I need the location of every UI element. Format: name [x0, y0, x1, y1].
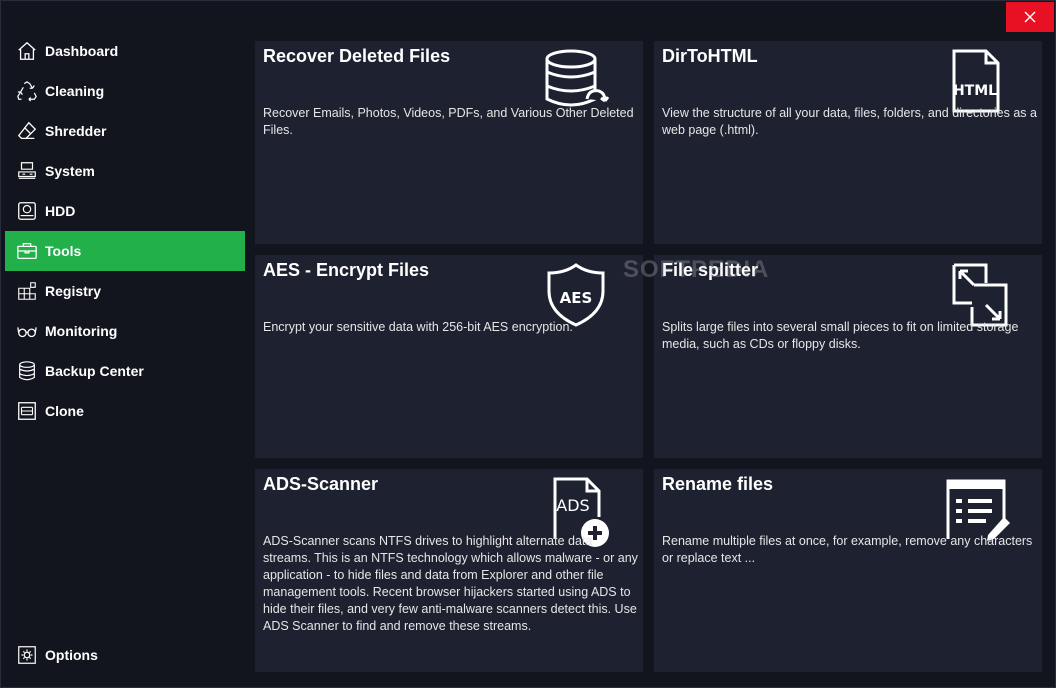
- hdd-icon: [15, 199, 39, 223]
- tool-description: Rename multiple files at once, for examp…: [662, 534, 1033, 565]
- rename-list-icon: [942, 477, 1010, 541]
- tool-title: AES - Encrypt Files: [263, 260, 430, 280]
- sidebar-item-cleaning[interactable]: Cleaning: [5, 71, 245, 111]
- clone-icon: [15, 399, 39, 423]
- recycle-icon: [15, 79, 39, 103]
- sidebar-item-label: HDD: [45, 203, 76, 219]
- tool-card-aes-encrypt-files[interactable]: AES - Encrypt Files AES Encrypt your sen…: [255, 255, 643, 458]
- home-icon: [15, 39, 39, 63]
- tool-title: DirToHTML: [662, 46, 758, 66]
- sidebar-item-tools[interactable]: Tools: [5, 231, 245, 271]
- sidebar: Dashboard Cleaning Shredder System HDD T…: [5, 31, 245, 685]
- sidebar-item-shredder[interactable]: Shredder: [5, 111, 245, 151]
- tool-card-recover-deleted-files[interactable]: Recover Deleted Files Recover Emails, Ph…: [255, 41, 643, 244]
- sidebar-item-label: Clone: [45, 403, 84, 419]
- aes-shield-icon: AES: [543, 263, 609, 327]
- app-window: Dashboard Cleaning Shredder System HDD T…: [0, 0, 1056, 688]
- database-restore-icon: [543, 49, 610, 107]
- tool-description: Splits large files into several small pi…: [662, 320, 1019, 351]
- sidebar-item-hdd[interactable]: HDD: [5, 191, 245, 231]
- sidebar-item-backup-center[interactable]: Backup Center: [5, 351, 245, 391]
- tool-card-rename-files[interactable]: Rename files Rename multiple files at on…: [654, 469, 1042, 672]
- tool-title: Rename files: [662, 474, 774, 494]
- tool-description: View the structure of all your data, fil…: [662, 106, 1037, 137]
- svg-text:ADS: ADS: [556, 496, 589, 515]
- html-file-icon: HTML: [942, 49, 1008, 113]
- sidebar-item-dashboard[interactable]: Dashboard: [5, 31, 245, 71]
- sidebar-item-clone[interactable]: Clone: [5, 391, 245, 431]
- database-icon: [15, 359, 39, 383]
- sidebar-item-label: Cleaning: [45, 83, 105, 99]
- glasses-icon: [15, 319, 39, 343]
- sidebar-item-monitoring[interactable]: Monitoring: [5, 311, 245, 351]
- tool-title: Recover Deleted Files: [263, 46, 451, 66]
- eraser-icon: [15, 119, 39, 143]
- toolbox-icon: [15, 239, 39, 263]
- watermark: SOFTPEDIA: [623, 256, 770, 283]
- split-arrows-icon: [942, 263, 1008, 327]
- sidebar-item-label: Monitoring: [45, 323, 118, 339]
- sidebar-item-label: Options: [45, 647, 98, 663]
- tool-description: ADS-Scanner scans NTFS drives to highlig…: [263, 534, 638, 633]
- sidebar-item-system[interactable]: System: [5, 151, 245, 191]
- sidebar-item-registry[interactable]: Registry: [5, 271, 245, 311]
- svg-text:HTML: HTML: [953, 83, 997, 99]
- close-button[interactable]: [1006, 2, 1054, 32]
- tool-card-file-splitter[interactable]: File splitter Splits large files into se…: [654, 255, 1042, 458]
- close-icon: [1024, 11, 1036, 23]
- tool-card-ads-scanner[interactable]: ADS-Scanner ADS ADS-Scanner scans NTFS d…: [255, 469, 643, 672]
- sidebar-item-label: Shredder: [45, 123, 107, 139]
- registry-icon: [15, 279, 39, 303]
- sidebar-item-label: Tools: [45, 243, 82, 259]
- tool-description: Encrypt your sensitive data with 256-bit…: [263, 320, 573, 334]
- gear-icon: [15, 643, 39, 667]
- ads-file-add-icon: ADS: [543, 477, 609, 547]
- sidebar-item-options[interactable]: Options: [5, 635, 245, 675]
- sidebar-item-label: Dashboard: [45, 43, 119, 59]
- sidebar-item-label: Backup Center: [45, 363, 144, 379]
- tool-title: ADS-Scanner: [263, 474, 379, 494]
- tool-card-dirtohtml[interactable]: DirToHTML HTML View the structure of all…: [654, 41, 1042, 244]
- tool-description: Recover Emails, Photos, Videos, PDFs, an…: [263, 106, 634, 137]
- sidebar-item-label: System: [45, 163, 95, 179]
- sidebar-item-label: Registry: [45, 283, 102, 299]
- svg-text:AES: AES: [560, 289, 593, 307]
- system-icon: [15, 159, 39, 183]
